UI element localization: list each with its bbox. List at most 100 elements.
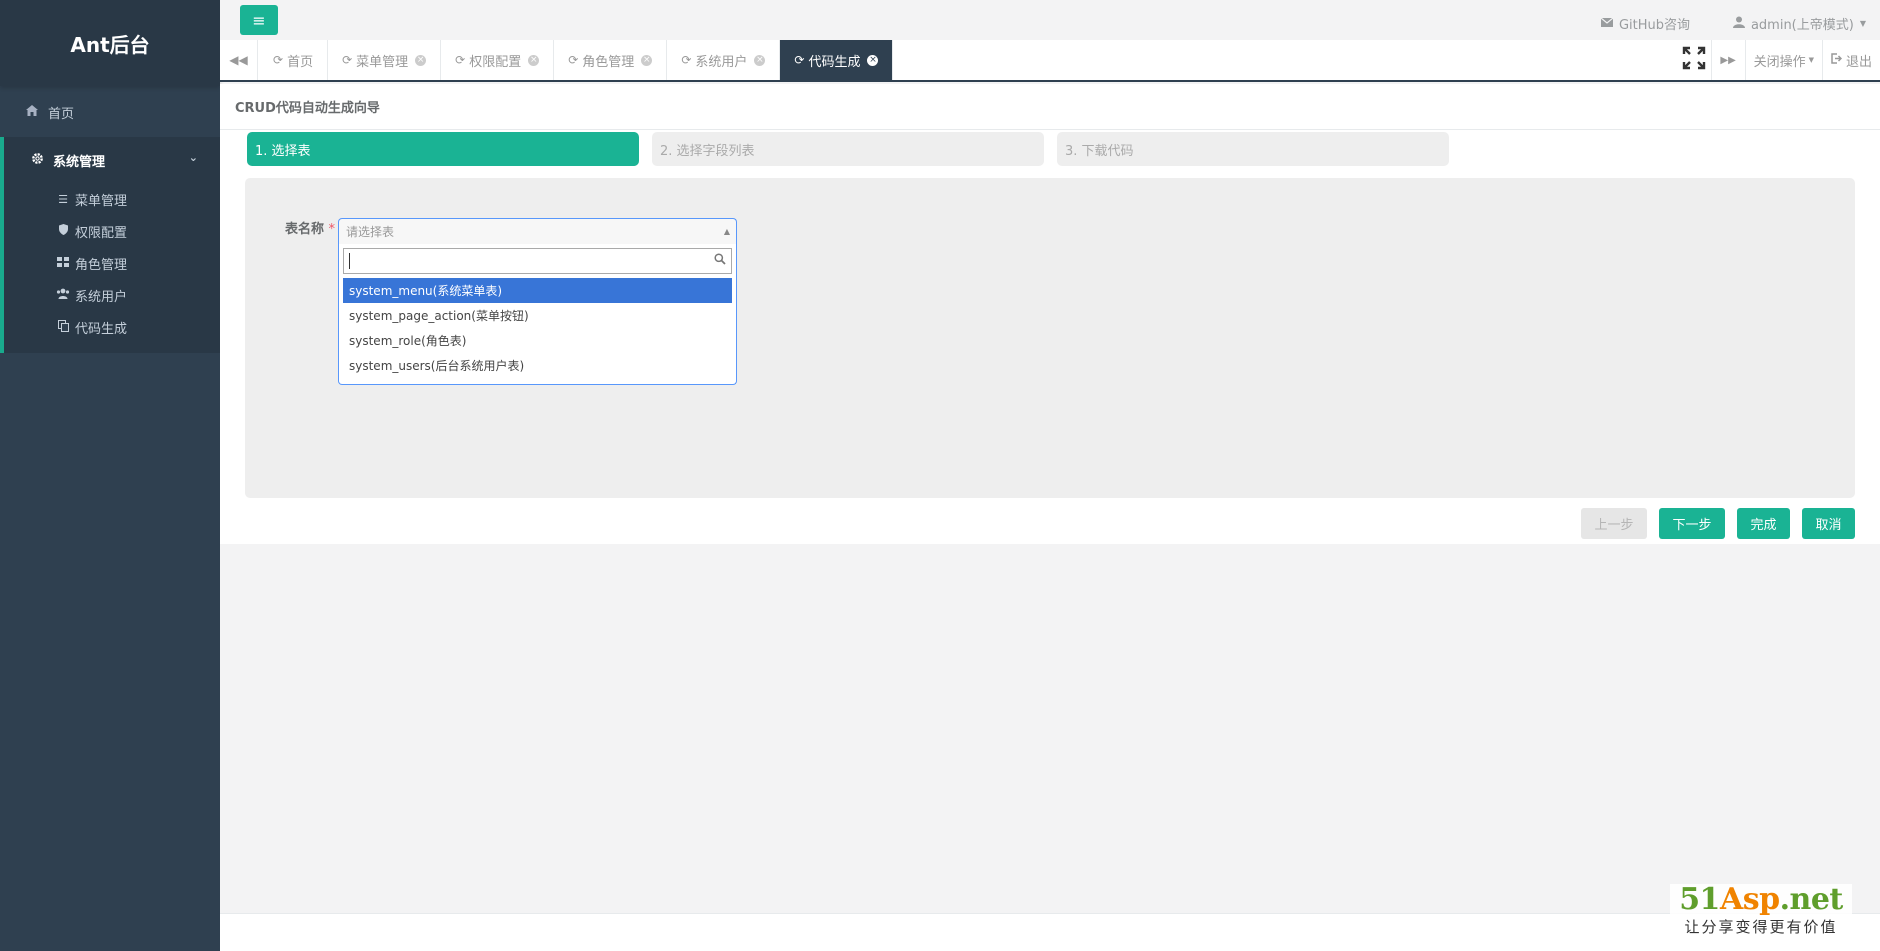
- caret-up-icon: ▲: [723, 227, 730, 236]
- sidebar-item-label: 首页: [48, 106, 75, 122]
- watermark-brand-part: Asp: [1719, 882, 1780, 917]
- tab-scroll-right-button[interactable]: ▶▶: [1710, 40, 1745, 80]
- table-select[interactable]: 请选择表 ▲: [338, 218, 737, 244]
- tab-1[interactable]: ⟳ 菜单管理 ×: [328, 40, 442, 80]
- sidebar-item-label: 代码生成: [75, 321, 128, 337]
- top-navbar: ≡ GitHub咨询 admin(上帝模式) ▼: [220, 0, 1880, 40]
- refresh-icon: ⟳: [455, 53, 466, 67]
- tab-0[interactable]: ⟳ 首页: [259, 40, 329, 80]
- tab-scroll-left-button[interactable]: ◀◀: [220, 40, 258, 80]
- tab-tools: ▶▶ 关闭操作 ▼ 退出: [1677, 40, 1880, 80]
- sidebar: Ant后台 首页 系统管理 ⌄ ☰ 菜单管理 权限配置 角色管理 系统用户 代码…: [0, 0, 220, 951]
- sidebar-item-code-generation[interactable]: 代码生成: [4, 311, 220, 343]
- wizard-step-2[interactable]: 2. 选择字段列表: [652, 132, 1044, 166]
- tab-label: 权限配置: [469, 54, 522, 70]
- refresh-icon: ⟳: [794, 53, 805, 67]
- page-title: CRUD代码自动生成向导: [220, 84, 1880, 130]
- sidebar-item-home[interactable]: 首页: [0, 92, 220, 132]
- tab-4[interactable]: ⟳ 系统用户 ×: [667, 40, 781, 80]
- github-label: GitHub咨询: [1618, 18, 1690, 33]
- watermark-brand: 51Asp.net: [1670, 884, 1852, 916]
- gear-icon: [29, 152, 45, 169]
- double-chevron-right-icon: ▶▶: [1720, 54, 1736, 66]
- close-operations-label: 关闭操作: [1753, 54, 1806, 70]
- caret-down-icon: ▼: [1859, 19, 1866, 28]
- tab-label: 角色管理: [582, 54, 635, 70]
- sign-out-icon: [1831, 52, 1843, 68]
- fullscreen-icon: [1682, 46, 1706, 74]
- envelope-icon: [1600, 16, 1614, 31]
- sidebar-item-label: 系统管理: [53, 154, 106, 170]
- brand-logo: Ant后台: [0, 0, 220, 86]
- tab-label: 菜单管理: [356, 54, 409, 70]
- menu-toggle-button[interactable]: ≡: [240, 5, 278, 35]
- sidebar-item-label: 菜单管理: [75, 193, 128, 209]
- close-icon[interactable]: ×: [754, 54, 766, 66]
- watermark-brand-part: .net: [1779, 882, 1844, 917]
- sidebar-group-system: 系统管理 ⌄ ☰ 菜单管理 权限配置 角色管理 系统用户 代码生成: [0, 137, 220, 353]
- caret-down-icon: ▼: [1808, 56, 1814, 64]
- close-icon[interactable]: ×: [867, 54, 879, 66]
- table-option[interactable]: system_users(后台系统用户表): [343, 353, 732, 378]
- table-name-label: 表名称 *: [285, 218, 335, 237]
- wizard-step-label: 2. 选择字段列表: [660, 143, 755, 159]
- tab-label: 代码生成: [808, 54, 861, 70]
- prev-step-button[interactable]: 上一步: [1581, 508, 1647, 539]
- tab-2[interactable]: ⟳ 权限配置 ×: [441, 40, 555, 80]
- table-select-dropdown: system_menu(系统菜单表) system_page_action(菜单按…: [338, 244, 737, 385]
- wizard-step-1[interactable]: 1. 选择表: [247, 132, 639, 166]
- grid-icon: [56, 256, 70, 270]
- table-option[interactable]: system_role(角色表): [343, 328, 732, 353]
- finish-button[interactable]: 完成: [1737, 508, 1790, 539]
- github-link[interactable]: GitHub咨询: [1600, 14, 1690, 33]
- watermark-logo: 51Asp.net 让分享变得更有价值: [1670, 884, 1852, 938]
- required-mark: *: [328, 222, 336, 237]
- double-chevron-left-icon: ◀◀: [229, 53, 248, 67]
- table-option-list: system_menu(系统菜单表) system_page_action(菜单按…: [343, 278, 732, 378]
- wizard-step-body: 表名称 * 请选择表 ▲ system_menu(系统菜单表) system_pa…: [245, 178, 1855, 498]
- wizard-step-3[interactable]: 3. 下载代码: [1057, 132, 1449, 166]
- sidebar-item-label: 角色管理: [75, 257, 128, 273]
- refresh-icon: ⟳: [568, 53, 579, 67]
- sidebar-item-system-users[interactable]: 系统用户: [4, 279, 220, 311]
- table-select-placeholder: 请选择表: [346, 225, 395, 239]
- sidebar-item-label: 权限配置: [75, 225, 128, 241]
- logout-button[interactable]: 退出: [1821, 40, 1880, 80]
- table-option[interactable]: system_page_action(菜单按钮): [343, 303, 732, 328]
- sidebar-item-label: 系统用户: [75, 289, 128, 305]
- tab-3[interactable]: ⟳ 角色管理 ×: [554, 40, 668, 80]
- close-icon[interactable]: ×: [641, 54, 653, 66]
- refresh-icon: ⟳: [273, 53, 284, 67]
- logout-label: 退出: [1845, 54, 1872, 70]
- close-icon[interactable]: ×: [528, 54, 540, 66]
- users-icon: [56, 288, 70, 302]
- cancel-button[interactable]: 取消: [1802, 508, 1855, 539]
- copy-icon: [56, 319, 70, 335]
- refresh-icon: ⟳: [681, 53, 692, 67]
- footer: [220, 913, 1880, 951]
- sidebar-item-role-management[interactable]: 角色管理: [4, 247, 220, 279]
- chevron-down-icon: ⌄: [188, 151, 198, 164]
- next-step-button[interactable]: 下一步: [1659, 508, 1725, 539]
- sidebar-item-permission-config[interactable]: 权限配置: [4, 215, 220, 247]
- user-name: admin(上帝模式): [1750, 18, 1854, 33]
- tab-list: ⟳ 首页 ⟳ 菜单管理 × ⟳ 权限配置 × ⟳ 角色管理 × ⟳ 系统用户 × ⟳ 代码生成 ×: [259, 40, 894, 80]
- wizard-panel: CRUD代码自动生成向导 1. 选择表 2. 选择字段列表 3. 下载代码 表名…: [220, 84, 1880, 544]
- sidebar-item-menu-management[interactable]: ☰ 菜单管理: [4, 183, 220, 215]
- table-option[interactable]: system_menu(系统菜单表): [343, 278, 732, 303]
- table-search-input[interactable]: [343, 248, 732, 274]
- wizard-step-label: 3. 下载代码: [1065, 143, 1134, 159]
- close-icon[interactable]: ×: [415, 54, 427, 66]
- user-menu[interactable]: admin(上帝模式) ▼: [1732, 14, 1866, 33]
- tab-label: 首页: [287, 54, 314, 70]
- search-icon: [714, 253, 726, 268]
- fullscreen-button[interactable]: [1677, 40, 1711, 80]
- list-icon: ☰: [58, 192, 68, 206]
- tab-5[interactable]: ⟳ 代码生成 ×: [780, 40, 894, 80]
- sidebar-item-system-management[interactable]: 系统管理 ⌄: [4, 137, 220, 183]
- watermark-slogan: 让分享变得更有价值: [1684, 918, 1838, 936]
- refresh-icon: ⟳: [342, 53, 353, 67]
- watermark-brand-part: 51: [1679, 882, 1720, 917]
- close-operations-dropdown[interactable]: 关闭操作 ▼: [1744, 40, 1822, 80]
- user-icon: [1732, 16, 1745, 32]
